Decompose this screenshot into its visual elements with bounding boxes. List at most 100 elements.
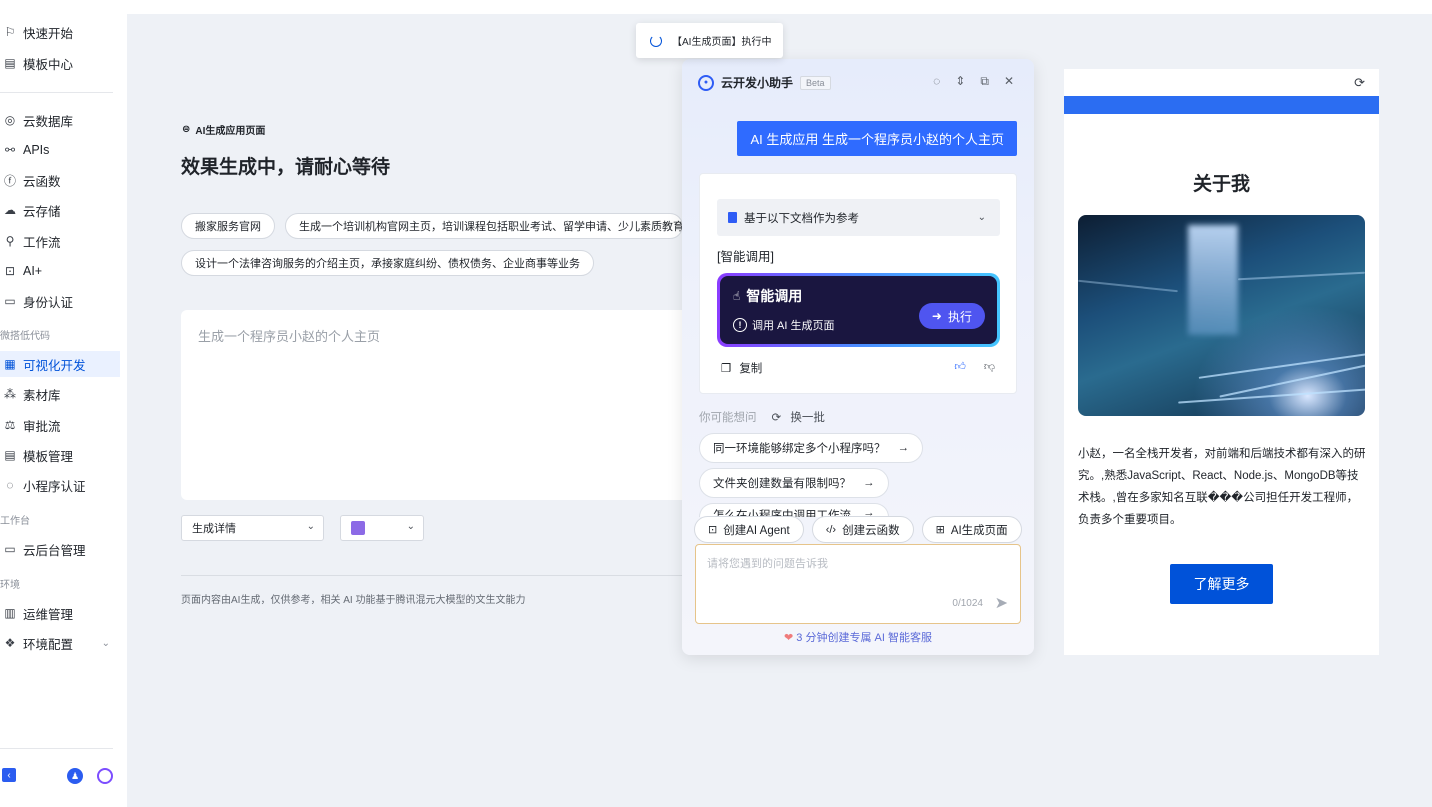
sidebar-item-apis[interactable]: ⚯ APIs	[0, 137, 120, 163]
monitor-icon: ▭	[4, 542, 16, 556]
sidebar-item-label: 环境配置	[23, 637, 74, 652]
about-title: 关于我	[1192, 174, 1250, 195]
loading-spinner-icon	[650, 34, 662, 47]
sidebar-item-ai-plus[interactable]: ⊡ AI+	[0, 258, 120, 284]
suggestion-chip[interactable]: 同一环境能够绑定多个小程序吗？ →	[699, 433, 923, 463]
sidebar-item-miniprogram-auth[interactable]: ◌ 小程序认证	[0, 472, 120, 498]
env-config-icon: ❖	[4, 636, 16, 650]
id-card-icon: ▭	[4, 294, 16, 308]
refresh-icon[interactable]: ⟳	[1354, 75, 1365, 91]
open-window-icon[interactable]: ⧉	[980, 74, 989, 89]
assistant-header: ● 云开发小助手 Beta	[698, 74, 831, 91]
example-chip[interactable]: 搬家服务官网	[181, 213, 275, 239]
disclaimer: 页面内容由AI生成，仅供参考，相关 AI 功能基于腾讯混元大模型的文生文能力	[181, 595, 526, 606]
expand-collapse-icon[interactable]: ⇕	[955, 74, 965, 89]
chat-input[interactable]: 请将您遇到的问题告诉我 0/1024 ➤	[695, 544, 1021, 624]
hero-image	[1078, 215, 1365, 416]
sidebar-item-label: APIs	[23, 143, 50, 157]
chat-input-placeholder: 请将您遇到的问题告诉我	[707, 558, 828, 570]
sidebar-item-label: 身份认证	[23, 295, 74, 310]
copy-button[interactable]: ❐ 复制	[721, 360, 762, 376]
refresh-suggestions-button[interactable]: ⟳ 换一批	[772, 409, 825, 425]
sidebar-item-visual-dev[interactable]: ▦ 可视化开发	[0, 351, 120, 377]
sidebar-item-storage[interactable]: ☁ 云存储	[0, 197, 120, 223]
sidebar-item-label: 云后台管理	[23, 543, 86, 558]
sidebar-item-quick-start[interactable]: ⚐ 快速开始	[0, 19, 120, 45]
copy-button-label: 复制	[739, 363, 763, 375]
thumbs-up-icon[interactable]: 👍︎	[954, 360, 966, 373]
promo-link[interactable]: ❤ 3 分钟创建专属 AI 智能客服	[682, 629, 1034, 645]
chevron-down-icon: ⌄	[101, 637, 110, 649]
execute-button[interactable]: ➜ 执行	[918, 303, 985, 329]
sidebar-item-env-config[interactable]: ❖ 环境配置 ⌄	[0, 630, 120, 656]
color-select[interactable]: ⌄	[340, 515, 424, 541]
copy-icon: ❐	[721, 363, 732, 375]
new-chat-icon[interactable]: ◌	[933, 74, 940, 89]
api-icon: ⚯	[4, 143, 16, 157]
user-avatar-icon[interactable]: ♟	[67, 768, 83, 784]
create-function-button[interactable]: ‹/› 创建云函数	[811, 516, 914, 543]
sidebar-item-template-manage[interactable]: ▤ 模板管理	[0, 442, 120, 468]
sidebar-item-functions[interactable]: ⓕ 云函数	[0, 167, 120, 193]
close-icon[interactable]: ✕	[1004, 74, 1014, 89]
sidebar-item-label: 模板中心	[23, 57, 74, 72]
sidebar-item-label: 云函数	[23, 174, 61, 189]
document-icon	[728, 212, 737, 223]
suggestion-chip[interactable]: 文件夹创建数量有限制吗？ →	[699, 468, 889, 498]
sidebar-item-database[interactable]: ◎ 云数据库	[0, 107, 120, 133]
smart-call-card: ☝ 智能调用 ! 调用 AI 生成页面 ➜ 执行	[717, 273, 1000, 347]
template-icon: ▤	[4, 56, 16, 70]
create-function-label: 创建云函数	[842, 524, 900, 537]
ai-generate-label: ⊜ AI生成应用页面	[182, 122, 265, 137]
detail-select-value: 生成详情	[192, 523, 236, 535]
toast-text: 【AI生成页面】执行中	[672, 37, 772, 48]
ai-generate-page-button[interactable]: ⊞ AI生成页面	[921, 516, 1022, 543]
thumbs-down-icon[interactable]: 👎︎	[984, 360, 995, 373]
arrow-right-icon: →	[863, 477, 875, 489]
assistant-header-actions: ◌ ⇕ ⧉ ✕	[933, 74, 1014, 89]
create-ai-agent-button[interactable]: ⊡ 创建AI Agent	[694, 516, 804, 543]
sidebar-item-assets[interactable]: ⁂ 素材库	[0, 381, 120, 407]
detail-select[interactable]: 生成详情 ⌄	[181, 515, 324, 541]
assistant-logo-icon: ●	[698, 74, 714, 91]
suggestion-chip[interactable]: 怎么在小程序中调用工作流 →	[699, 503, 889, 517]
arrow-right-icon: →	[897, 442, 910, 454]
smart-call-subtitle: ! 调用 AI 生成页面	[733, 317, 835, 333]
sidebar: ⚐ 快速开始 ▤ 模板中心 ◎ 云数据库 ⚯ APIs ⓕ 云函数 ☁ 云存储 …	[0, 0, 127, 807]
top-bar	[127, 0, 1432, 14]
divider	[181, 575, 701, 576]
example-chip[interactable]: 设计一个法律咨询服务的介绍主页，承接家庭纠纷、债权债务、企业商事等业务	[181, 250, 594, 276]
user-message: AI 生成应用 生成一个程序员小赵的个人主页	[737, 121, 1017, 156]
example-chip[interactable]: 生成一个培训机构官网主页，培训课程包括职业考试、留学申请、少儿素质教育等	[285, 213, 683, 239]
code-icon: ‹/›	[825, 523, 837, 536]
database-icon: ◎	[4, 113, 16, 127]
char-counter: 0/1024	[952, 598, 983, 609]
sidebar-item-identity[interactable]: ▭ 身份认证	[0, 288, 120, 314]
ai-icon: ⊡	[4, 264, 16, 278]
assistant-logo-icon[interactable]	[97, 768, 113, 784]
sidebar-item-workflow[interactable]: ⚲ 工作流	[0, 228, 120, 254]
preview-header-band	[1064, 96, 1379, 114]
sidebar-item-template-center[interactable]: ▤ 模板中心	[0, 50, 120, 76]
agent-icon: ⊡	[708, 524, 718, 536]
prompt-input[interactable]: 生成一个程序员小赵的个人主页	[181, 310, 701, 500]
reference-docs-toggle[interactable]: 基于以下文档作为参考 ⌄	[717, 199, 1000, 236]
color-swatch	[351, 521, 365, 535]
assistant-answer-card: 基于以下文档作为参考 ⌄ [智能调用] ☝ 智能调用 ! 调用 AI 生成页面 …	[699, 173, 1017, 394]
prompt-input-value: 生成一个程序员小赵的个人主页	[198, 329, 381, 344]
chevron-down-icon: ⌄	[977, 212, 986, 223]
suggestions-header: 你可能想问 ⟳ 换一批	[699, 409, 825, 425]
smart-call-text: [智能调用]	[717, 250, 774, 264]
sidebar-section-env: 环境	[0, 580, 20, 591]
suggestion-text: 同一环境能够绑定多个小程序吗？	[713, 443, 886, 455]
sidebar-item-approval[interactable]: ⚖ 审批流	[0, 412, 120, 438]
sidebar-item-admin[interactable]: ▭ 云后台管理	[0, 536, 120, 562]
create-ai-agent-label: 创建AI Agent	[723, 524, 790, 537]
sidebar-section-workbench: 工作台	[0, 516, 30, 527]
send-icon[interactable]: ➤	[995, 593, 1008, 613]
assistant-panel: ● 云开发小助手 Beta ◌ ⇕ ⧉ ✕ AI 生成应用 生成一个程序员小赵的…	[682, 59, 1034, 655]
collapse-sidebar-icon[interactable]: ‹	[2, 768, 16, 782]
template-manage-icon: ▤	[4, 448, 16, 462]
learn-more-button[interactable]: 了解更多	[1170, 564, 1273, 604]
sidebar-item-ops[interactable]: ▥ 运维管理	[0, 600, 120, 626]
